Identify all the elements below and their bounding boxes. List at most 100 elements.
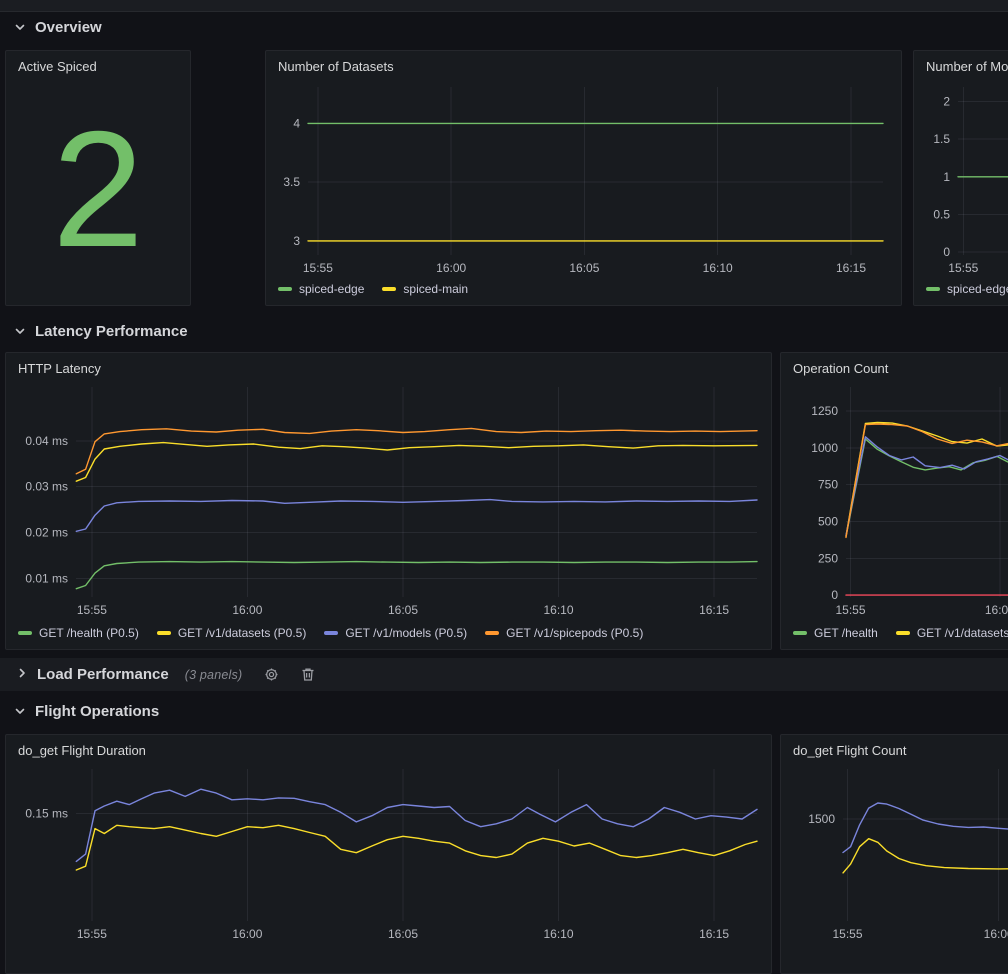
svg-text:16:00: 16:00 (984, 927, 1008, 941)
svg-text:3.5: 3.5 (283, 175, 300, 189)
svg-text:15:55: 15:55 (77, 927, 107, 941)
legend-item[interactable]: GET /health (793, 626, 878, 640)
chart-svg: 15:55 16:00 16:05 16:10 16:15 0.15 ms (6, 765, 771, 947)
legend-swatch (324, 631, 338, 635)
svg-text:1500: 1500 (808, 812, 835, 826)
svg-text:500: 500 (818, 515, 838, 529)
svg-text:16:05: 16:05 (569, 261, 599, 275)
section-title: Load Performance (37, 666, 169, 683)
svg-text:16:15: 16:15 (836, 261, 866, 275)
section-header-flight-operations[interactable]: Flight Operations (14, 700, 159, 722)
legend-item[interactable]: spiced-edge (278, 282, 364, 296)
svg-text:1: 1 (943, 170, 950, 184)
svg-text:16:10: 16:10 (543, 603, 573, 617)
chart-legend: GET /health GET /v1/datasets (781, 623, 1008, 649)
panel-count-note: (3 panels) (185, 668, 243, 682)
section-header-load-performance[interactable]: Load Performance (3 panels) (0, 658, 1008, 691)
legend-item[interactable]: spiced-edge (926, 282, 1008, 296)
svg-text:1.5: 1.5 (933, 132, 950, 146)
svg-text:16:10: 16:10 (703, 261, 733, 275)
chart-legend: spiced-edge (914, 279, 1008, 305)
top-toolbar-edge (0, 0, 1008, 12)
panel-number-of-datasets: Number of Datasets 15:5516:0016:0516:101… (265, 50, 902, 306)
stat-value: 2 (6, 81, 190, 305)
chevron-down-icon (14, 705, 26, 717)
panel-operation-count: Operation Count 15:5516:0002505007501000… (780, 352, 1008, 650)
legend-label: GET /v1/datasets (P0.5) (178, 626, 307, 640)
legend-label: spiced-edge (947, 282, 1008, 296)
svg-text:4: 4 (293, 116, 300, 130)
panel-title[interactable]: Number of Datasets (266, 51, 901, 81)
legend-swatch (926, 287, 940, 291)
svg-text:15:55: 15:55 (948, 261, 978, 275)
svg-text:0.15 ms: 0.15 ms (25, 806, 68, 820)
panel-title[interactable]: do_get Flight Count (781, 735, 1008, 765)
legend-item[interactable]: GET /v1/datasets (P0.5) (157, 626, 307, 640)
chart-legend (6, 947, 771, 973)
trash-icon[interactable] (301, 667, 315, 682)
legend-swatch (793, 631, 807, 635)
legend-label: GET /health (P0.5) (39, 626, 139, 640)
do-get-flight-count-chart: 15:5516:001500 (781, 765, 1008, 947)
svg-text:16:15: 16:15 (699, 603, 729, 617)
panel-title[interactable]: HTTP Latency (6, 353, 771, 383)
legend-item[interactable]: GET /v1/models (P0.5) (324, 626, 467, 640)
svg-text:1250: 1250 (811, 404, 838, 418)
number-of-models-chart: 15:5500.511.52 (914, 81, 1008, 279)
svg-text:750: 750 (818, 478, 838, 492)
panel-do-get-flight-duration: do_get Flight Duration 15:55 16:00 16:05 16… (5, 734, 772, 974)
chart-svg: 15:5500.511.52 (914, 81, 1008, 279)
chart-svg: 15:5516:0016:0516:1016:1533.54 (266, 81, 901, 279)
panel-title[interactable]: do_get Flight Duration (6, 735, 771, 765)
section-header-overview[interactable]: Overview (14, 16, 102, 38)
panel-title[interactable]: Operation Count (781, 353, 1008, 383)
section-header-latency-performance[interactable]: Latency Performance (14, 320, 188, 342)
legend-item[interactable]: GET /v1/datasets (896, 626, 1008, 640)
legend-label: GET /health (814, 626, 878, 640)
svg-text:16:00: 16:00 (985, 603, 1008, 617)
svg-text:16:00: 16:00 (232, 603, 262, 617)
panel-title[interactable]: Number of Models (914, 51, 1008, 81)
svg-text:0.5: 0.5 (933, 207, 950, 221)
svg-text:16:05: 16:05 (388, 927, 418, 941)
legend-item[interactable]: GET /health (P0.5) (18, 626, 139, 640)
legend-item[interactable]: GET /v1/spicepods (P0.5) (485, 626, 643, 640)
chart-svg: 15:5516:00025050075010001250 (781, 383, 1008, 623)
chart-legend (781, 947, 1008, 973)
svg-text:16:00: 16:00 (436, 261, 466, 275)
legend-label: GET /v1/datasets (917, 626, 1008, 640)
svg-text:16:15: 16:15 (699, 927, 729, 941)
chart-svg: 15:5516:001500 (781, 765, 1008, 947)
chart-svg: 15:55 16:00 16:05 16:10 16:15 0.01 ms 0.02 ms 0… (6, 383, 771, 623)
legend-swatch (157, 631, 171, 635)
legend-label: spiced-edge (299, 282, 364, 296)
legend-swatch (18, 631, 32, 635)
svg-text:15:55: 15:55 (77, 603, 107, 617)
legend-item[interactable]: spiced-main (382, 282, 468, 296)
panel-active-spiced: Active Spiced 2 (5, 50, 191, 306)
svg-text:1000: 1000 (811, 441, 838, 455)
section-title: Overview (35, 19, 102, 36)
section-title: Latency Performance (35, 323, 188, 340)
legend-swatch (896, 631, 910, 635)
panel-do-get-flight-count: do_get Flight Count 15:5516:001500 (780, 734, 1008, 974)
chart-legend: spiced-edge spiced-main (266, 279, 901, 305)
panel-number-of-models: Number of Models 15:5500.511.52 spiced-e… (913, 50, 1008, 306)
svg-text:16:05: 16:05 (388, 603, 418, 617)
legend-label: spiced-main (403, 282, 468, 296)
panel-http-latency: HTTP Latency 15:55 16:00 16:05 16:10 16:15 0.… (5, 352, 772, 650)
operation-count-chart: 15:5516:00025050075010001250 (781, 383, 1008, 623)
http-latency-chart: 15:55 16:00 16:05 16:10 16:15 0.01 ms 0.02 ms 0… (6, 383, 771, 623)
svg-text:250: 250 (818, 551, 838, 565)
do-get-flight-duration-chart: 15:55 16:00 16:05 16:10 16:15 0.15 ms (6, 765, 771, 947)
svg-text:0.03 ms: 0.03 ms (25, 480, 68, 494)
legend-swatch (278, 287, 292, 291)
svg-text:16:00: 16:00 (232, 927, 262, 941)
svg-text:0.04 ms: 0.04 ms (25, 434, 68, 448)
svg-text:0.02 ms: 0.02 ms (25, 526, 68, 540)
legend-label: GET /v1/models (P0.5) (345, 626, 467, 640)
svg-text:0.01 ms: 0.01 ms (25, 572, 68, 586)
svg-text:16:10: 16:10 (543, 927, 573, 941)
panel-title[interactable]: Active Spiced (6, 51, 190, 81)
gear-icon[interactable] (264, 667, 279, 682)
